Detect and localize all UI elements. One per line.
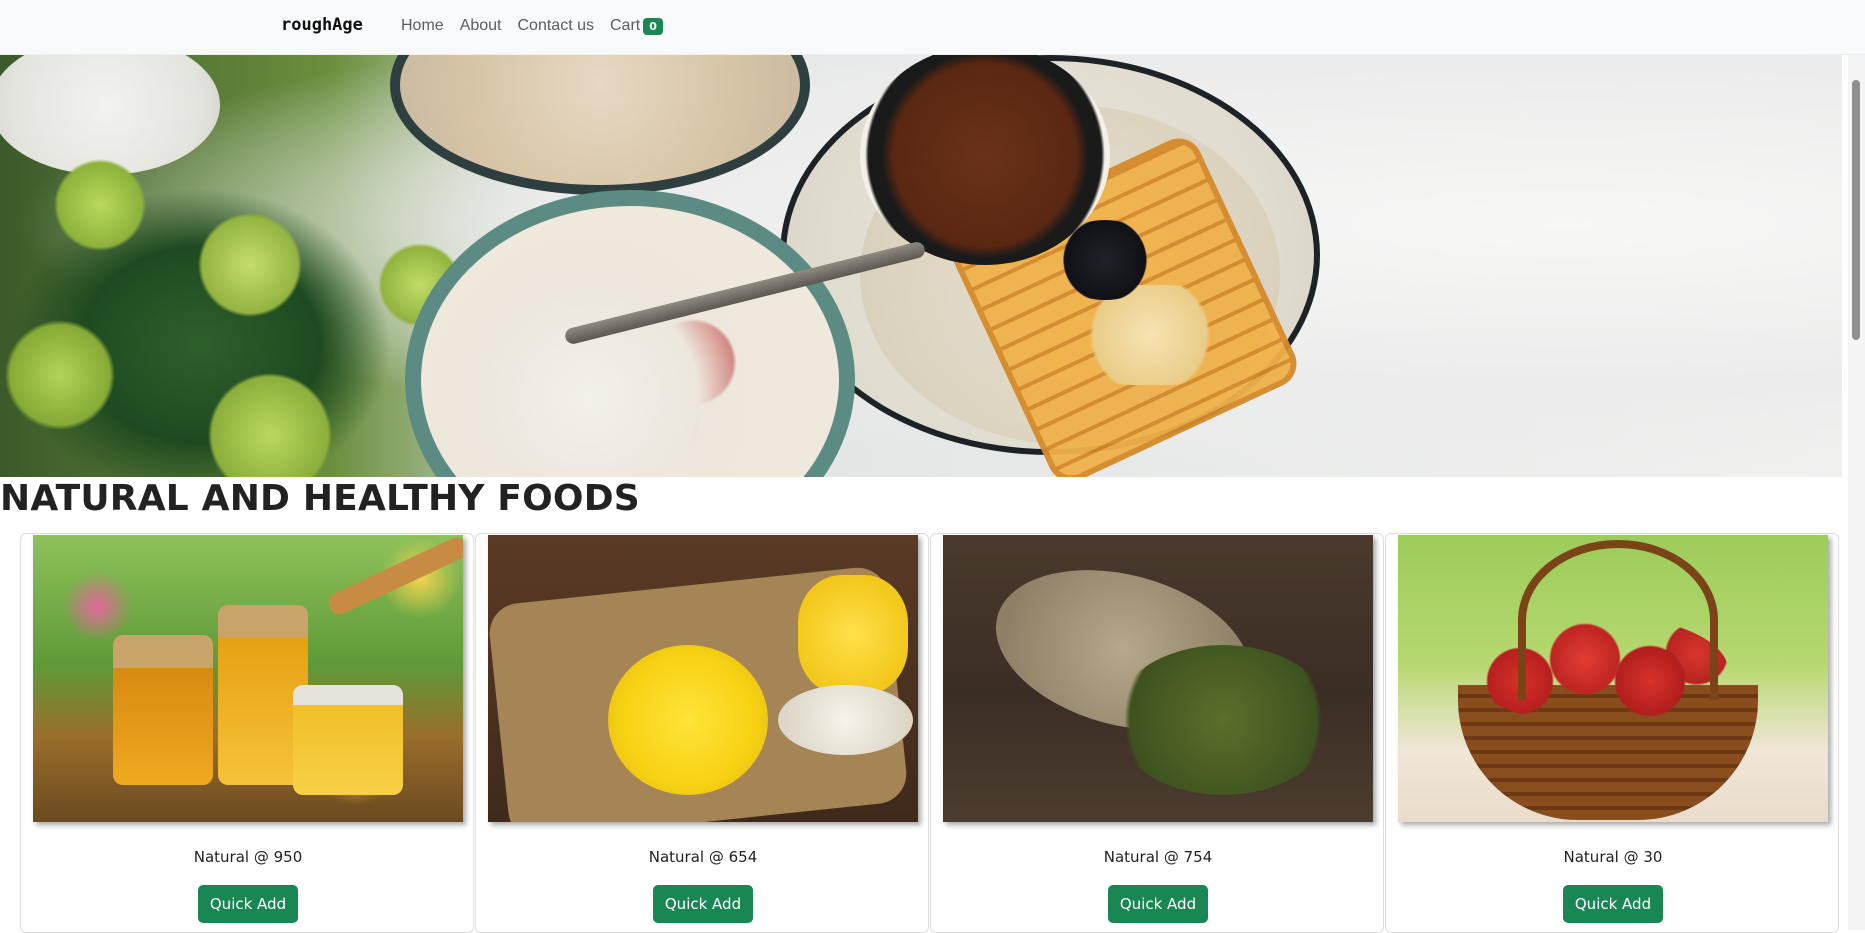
- ghee-jar-lid: [778, 685, 913, 755]
- hero-image: [0, 55, 1842, 477]
- section-heading: NATURAL AND HEALTHY FOODS: [0, 478, 640, 519]
- product-image-apples: [1398, 535, 1828, 822]
- hero-honeycomb: [1070, 285, 1230, 385]
- product-image-honey: [33, 535, 463, 822]
- ghee-jar: [608, 645, 768, 795]
- cart-label: Cart: [609, 17, 641, 34]
- quick-add-button[interactable]: Quick Add: [653, 885, 753, 923]
- product-title: Natural @ 654: [648, 848, 758, 866]
- brand-logo[interactable]: roughAge: [281, 15, 363, 35]
- honey-dipper: [325, 535, 463, 618]
- product-title: Natural @ 950: [193, 848, 303, 866]
- mung-beans-pile: [1113, 645, 1333, 795]
- hero-flowers: [0, 115, 480, 477]
- quick-add-button[interactable]: Quick Add: [1108, 885, 1208, 923]
- scrollbar-thumb[interactable]: [1852, 80, 1860, 340]
- nav-link-contact[interactable]: Contact us: [518, 17, 594, 35]
- quick-add-button[interactable]: Quick Add: [1563, 885, 1663, 923]
- nav-link-home[interactable]: Home: [401, 17, 444, 35]
- ghee-jar-small: [798, 575, 908, 695]
- navbar: roughAge Home About Contact us Cart 0: [0, 0, 1865, 55]
- honey-jar-left: [113, 635, 213, 785]
- product-card: Natural @ 754 Quick Add: [930, 533, 1384, 933]
- honey-jar-right: [293, 685, 403, 795]
- page-scrollbar[interactable]: [1848, 55, 1865, 930]
- quick-add-button[interactable]: Quick Add: [198, 885, 298, 923]
- hero-coffee-cup: [860, 55, 1110, 265]
- basket-handle: [1518, 540, 1718, 700]
- nav-links: Home About Contact us Cart 0: [401, 17, 663, 35]
- product-card: Natural @ 950 Quick Add: [20, 533, 474, 933]
- cart-count-badge: 0: [643, 17, 663, 35]
- product-title: Natural @ 754: [1103, 848, 1213, 866]
- product-title: Natural @ 30: [1563, 848, 1663, 866]
- nav-link-about[interactable]: About: [460, 17, 502, 35]
- product-image-mung-beans: [943, 535, 1373, 822]
- product-card: Natural @ 30 Quick Add: [1385, 533, 1839, 933]
- product-image-ghee: [488, 535, 918, 822]
- nav-link-cart[interactable]: Cart 0: [610, 17, 663, 35]
- product-card: Natural @ 654 Quick Add: [475, 533, 929, 933]
